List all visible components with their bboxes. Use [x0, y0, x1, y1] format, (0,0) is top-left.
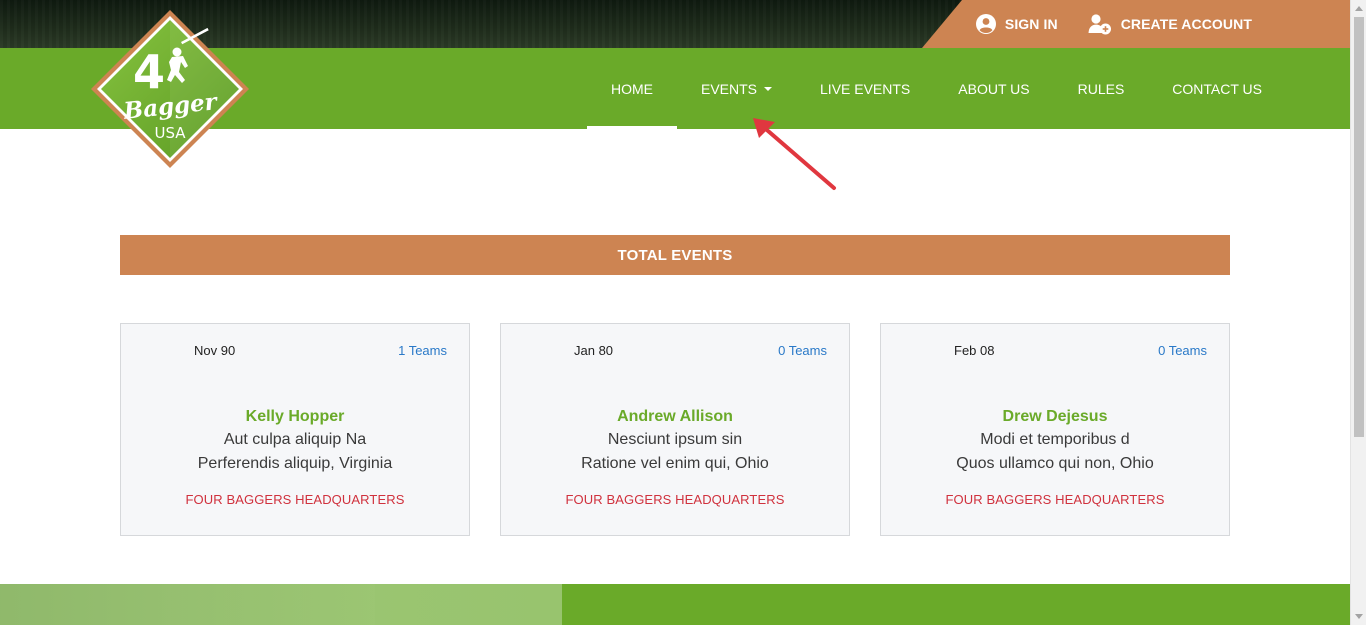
nav-rules[interactable]: RULES: [1054, 48, 1149, 129]
logo-number: 4: [133, 45, 165, 99]
nav-about-us-label: ABOUT US: [958, 80, 1030, 97]
nav-events[interactable]: EVENTS: [677, 48, 796, 129]
event-name: Kelly Hopper: [245, 408, 345, 425]
event-card[interactable]: Jan 80 0 Teams Andrew Allison Nesciunt i…: [500, 323, 850, 536]
scroll-down-icon[interactable]: [1355, 614, 1363, 619]
user-circle-icon: [975, 14, 996, 34]
sign-in-link[interactable]: SIGN IN: [975, 14, 1058, 34]
nav-live-events-label: LIVE EVENTS: [820, 80, 911, 97]
nav-events-label: EVENTS: [701, 80, 758, 97]
event-teams-link[interactable]: 0 Teams: [778, 343, 827, 358]
sign-in-label: SIGN IN: [1004, 16, 1058, 32]
main-nav: HOME EVENTS LIVE EVENTS ABOUT US RULES C…: [587, 48, 1286, 130]
nav-home-label: HOME: [611, 80, 653, 97]
caret-down-icon: [764, 87, 773, 91]
scroll-up-icon[interactable]: [1355, 6, 1363, 11]
event-date: Nov 90: [194, 343, 236, 358]
event-date: Jan 80: [574, 343, 614, 358]
nav-about-us[interactable]: ABOUT US: [934, 48, 1053, 129]
event-name: Andrew Allison: [617, 408, 733, 425]
footer-image-strip: [0, 584, 562, 625]
logo-country: USA: [154, 124, 186, 142]
event-line-1: Aut culpa aliquip Na: [223, 431, 367, 448]
event-name: Drew Dejesus: [1002, 408, 1108, 425]
total-events-banner: TOTAL EVENTS: [120, 235, 1230, 275]
page-scrollbar[interactable]: [1350, 0, 1366, 625]
event-line-1: Nesciunt ipsum sin: [607, 431, 743, 448]
event-venue: FOUR BAGGERS HEADQUARTERS: [565, 492, 785, 507]
event-details: Andrew Allison Nesciunt ipsum sin Ration…: [501, 406, 849, 507]
event-teams-link[interactable]: 0 Teams: [1158, 343, 1207, 358]
event-cards: Nov 90 1 Teams Kelly Hopper Aut culpa al…: [120, 323, 1230, 536]
event-line-2: Perferendis aliquip, Virginia: [197, 455, 393, 472]
event-date: Feb 08: [954, 343, 995, 358]
event-venue: FOUR BAGGERS HEADQUARTERS: [945, 492, 1165, 507]
nav-contact-us-label: CONTACT US: [1172, 80, 1262, 97]
event-details: Kelly Hopper Aut culpa aliquip Na Perfer…: [121, 406, 469, 507]
event-line-2: Ratione vel enim qui, Ohio: [581, 455, 769, 472]
create-account-link[interactable]: CREATE ACCOUNT: [1088, 13, 1252, 35]
footer-green-strip: [562, 584, 1350, 625]
add-user-icon: [1088, 14, 1111, 35]
event-card[interactable]: Feb 08 0 Teams Drew Dejesus Modi et temp…: [880, 323, 1230, 536]
scrollbar-thumb[interactable]: [1354, 17, 1364, 437]
event-line-2: Quos ullamco qui non, Ohio: [956, 455, 1154, 472]
site-logo[interactable]: 4 Bagger USA: [89, 8, 251, 170]
nav-live-events[interactable]: LIVE EVENTS: [796, 48, 934, 129]
event-line-1: Modi et temporibus d: [980, 431, 1130, 448]
account-bar: SIGN IN CREATE ACCOUNT: [922, 0, 1350, 48]
create-account-label: CREATE ACCOUNT: [1120, 16, 1252, 32]
nav-contact-us[interactable]: CONTACT US: [1148, 48, 1286, 129]
event-teams-link[interactable]: 1 Teams: [398, 343, 447, 358]
nav-home[interactable]: HOME: [587, 48, 677, 130]
event-card[interactable]: Nov 90 1 Teams Kelly Hopper Aut culpa al…: [120, 323, 470, 536]
nav-rules-label: RULES: [1077, 80, 1125, 97]
event-venue: FOUR BAGGERS HEADQUARTERS: [185, 492, 405, 507]
total-events-title: TOTAL EVENTS: [617, 246, 733, 264]
event-details: Drew Dejesus Modi et temporibus d Quos u…: [881, 406, 1229, 507]
